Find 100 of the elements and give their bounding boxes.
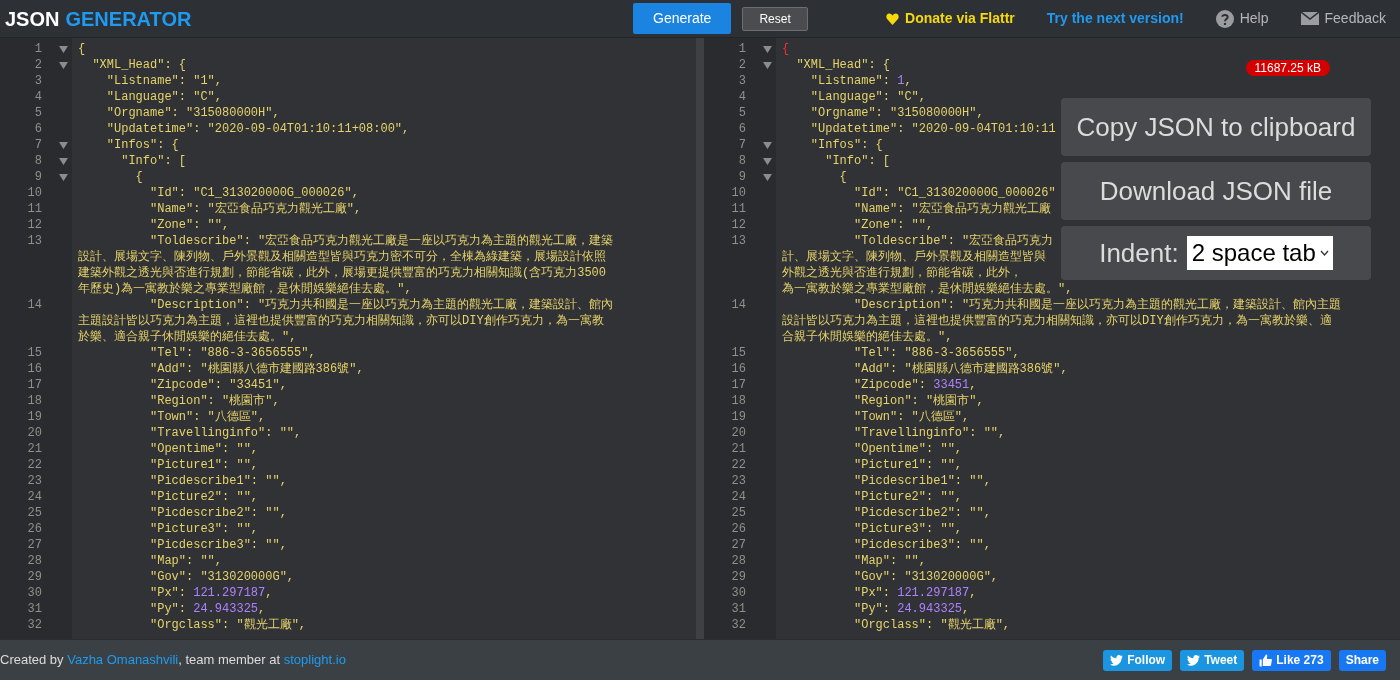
code-line: "Info": [ (120, 153, 187, 169)
line-number: 3 (737, 73, 746, 89)
code-editor[interactable] (0, 38, 696, 639)
line-number: 18 (730, 393, 746, 409)
code-line: "Name": "宏亞食品巧克力觀光工廠", (149, 201, 362, 217)
code-line: "Description": "巧克力共和國是一座以巧克力為主題的觀光工廠，建築設計、館內 (149, 297, 614, 313)
line-number: 20 (26, 425, 42, 441)
share-button[interactable]: Share (1338, 649, 1386, 671)
line-number: 19 (730, 409, 746, 425)
code-line: "XML_Head": { (91, 57, 187, 73)
follow-button[interactable]: Follow (1103, 649, 1173, 671)
line-number: 29 (26, 569, 42, 585)
reset-button[interactable]: Reset (742, 6, 808, 31)
feedback-link[interactable]: Feedback (1300, 8, 1386, 29)
line-number: 27 (26, 537, 42, 553)
code-line: 年歷史)為一寓教於樂之專業型廠館，是休閒娛樂絕佳去處。", (78, 281, 412, 297)
code-line: "Px": 121.297187, (149, 585, 273, 601)
line-number: 4 (737, 89, 746, 105)
code-line: "Info": [ (824, 153, 891, 169)
next-version-link[interactable]: Try the next version! (1046, 8, 1184, 29)
code-line: "Zipcode": 33451, (853, 377, 977, 393)
code-line: 外觀之透光與否進行規劃，節能省碳，此外， (782, 265, 1022, 281)
code-line: "Orgname": "315080000H", (105, 105, 280, 121)
code-line: "Picture1": "", (853, 457, 963, 473)
chevron-down-icon (1319, 250, 1329, 256)
code-line: 主題設計皆以巧克力為主題，這裡也提供豐富的巧克力相關知識，亦可以DIY創作巧克力，為一寓教 (78, 313, 604, 329)
code-line: { (134, 169, 143, 185)
code-line: "Py": 24.943325, (149, 601, 266, 617)
line-number: 7 (737, 137, 746, 153)
code-line: "Orgname": "315080000H", (809, 105, 984, 121)
line-number: 12 (26, 217, 42, 233)
credit-link[interactable]: stoplight.io (283, 652, 346, 668)
code-line: "XML_Head": { (795, 57, 891, 73)
line-number: 25 (730, 505, 746, 521)
bird-icon (1110, 654, 1124, 666)
line-number: 23 (26, 473, 42, 489)
code-line: { (78, 41, 86, 57)
code-line: 設計皆以巧克力為主題，這裡也提供豐富的巧克力相關知識，亦可以DIY創作巧克力，為一寓教於樂、適 (782, 313, 1332, 329)
line-number: 21 (730, 441, 746, 457)
code-line: "Toldescribe": "宏亞食品巧克力觀光工廠是一座以巧克力為主題的觀光工廠，建築 (149, 233, 614, 249)
code-line: "Picture2": "", (853, 489, 963, 505)
donate-link[interactable]: Donate via Flattr (886, 8, 1015, 29)
line-number: 15 (26, 345, 42, 361)
line-number: 4 (33, 89, 42, 105)
code-line: "Picdescribe1": "", (853, 473, 991, 489)
code-line: "Picture2": "", (149, 489, 259, 505)
line-number: 17 (26, 377, 42, 393)
code-line: 計、展場文字、陳列物、戶外景觀及相關造型皆與 (782, 249, 1046, 265)
line-number: 2 (33, 57, 42, 73)
code-line: "Orgclass": "觀光工廠", (149, 617, 307, 633)
code-line: "Zone": "", (853, 217, 934, 233)
line-number: 20 (730, 425, 746, 441)
code-line: "Picdescribe3": "", (149, 537, 287, 553)
code-editor[interactable] (704, 38, 1400, 639)
code-line: "Picdescribe2": "", (149, 505, 287, 521)
logo-text: GENERATOR (65, 6, 192, 32)
line-number: 29 (730, 569, 746, 585)
heart-icon (886, 12, 900, 25)
code-line: "Infos": { (809, 137, 883, 153)
line-number: 7 (33, 137, 42, 153)
line-number: 13 (26, 233, 42, 250)
code-line: "Picture3": "", (853, 521, 963, 537)
code-line: { (838, 169, 847, 185)
code-line: "Id": "C1_313020000G_000026" (853, 185, 1056, 201)
code-line: 為一寓教於樂之專業型廠館，是休閒娛樂絕佳去處。", (782, 281, 1073, 297)
code-line: "Id": "C1_313020000G_000026", (149, 185, 359, 201)
code-line: "Town": "八德區", (853, 409, 970, 425)
code-line: "Updatetime": "2020-09-04T01:10:11 (809, 121, 1056, 137)
line-number: 1 (737, 41, 746, 57)
line-number: 22 (730, 457, 746, 473)
code-line: "Region": "桃園市", (149, 393, 280, 409)
generate-button[interactable]: Generate (633, 3, 732, 34)
code-line: "Listname": "1", (105, 73, 223, 89)
line-number: 32 (730, 617, 746, 633)
download-json-button[interactable]: Download JSON file (1061, 162, 1371, 220)
line-number: 31 (730, 601, 746, 617)
line-number: 3 (33, 73, 42, 89)
copy-json-button[interactable]: Copy JSON to clipboard (1061, 98, 1371, 156)
code-line: "Picture3": "", (149, 521, 259, 537)
line-number: 28 (26, 553, 42, 569)
line-number: 30 (730, 585, 746, 601)
credit-text: Created by Vazha Omanashvili, team member at stoplight.io (0, 651, 346, 670)
line-number: 30 (26, 585, 42, 601)
logo-text: JSON (5, 6, 60, 32)
line-number: 10 (26, 185, 42, 201)
like-button[interactable]: Like 273 (1252, 649, 1331, 671)
line-number: 32 (26, 617, 42, 633)
help-link[interactable]: Help (1215, 8, 1269, 29)
tweet-button[interactable]: Tweet (1180, 649, 1245, 671)
code-line: "Updatetime": "2020-09-04T01:10:11+08:00", (105, 121, 410, 137)
code-line: "Picdescribe2": "", (853, 505, 991, 521)
code-line: "Py": 24.943325, (853, 601, 970, 617)
line-number: 26 (26, 521, 42, 537)
line-number: 23 (730, 473, 746, 489)
code-line: "Region": "桃園市", (853, 393, 984, 409)
line-number: 27 (730, 537, 746, 553)
code-line: "Zipcode": "33451", (149, 377, 287, 393)
line-number: 14 (26, 297, 42, 314)
line-number: 8 (33, 153, 42, 169)
indent-select[interactable]: 2 space tab (1186, 236, 1333, 270)
